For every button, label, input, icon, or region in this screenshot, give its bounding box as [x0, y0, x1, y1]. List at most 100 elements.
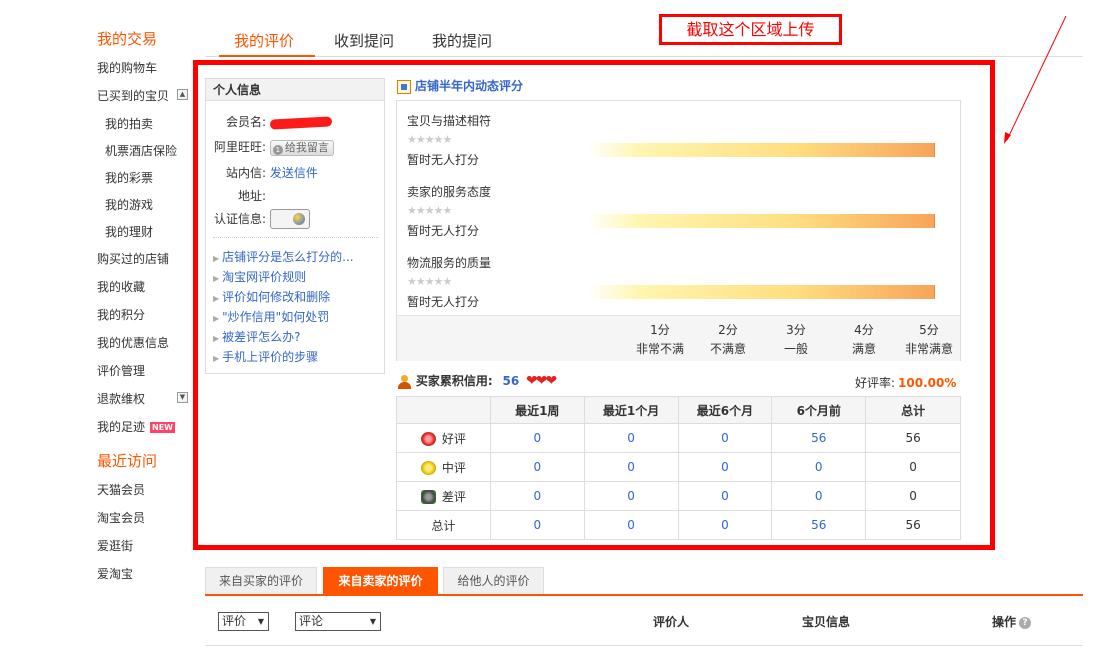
column-action-label: 操作 [992, 615, 1017, 629]
new-badge: NEW [150, 422, 175, 433]
address-row: 地址: [206, 187, 266, 204]
rating-bar [587, 143, 935, 157]
bullet-arrow-icon: ▶ [213, 354, 220, 363]
table-cell[interactable]: 0 [489, 510, 585, 540]
active-tab-indicator [219, 55, 315, 57]
table-cell: 0 [865, 481, 961, 511]
row-label-good: 好评 [396, 423, 491, 453]
bullet-arrow-icon: ▶ [213, 294, 220, 303]
good-flower-icon [420, 432, 436, 446]
good-rate-label: 好评率: [855, 376, 896, 390]
credit-value[interactable]: 56 [502, 374, 519, 388]
scale-point: 1分 非常不满 [625, 321, 695, 359]
row-label-neutral: 中评 [396, 452, 491, 482]
tab-from-buyers[interactable]: 来自买家的评价 [205, 567, 317, 594]
table-header: 总计 [865, 396, 961, 424]
table-cell[interactable]: 0 [583, 481, 679, 511]
column-rater: 评价人 [653, 615, 690, 629]
sidebar-item-travel[interactable]: 机票酒店保险 [105, 142, 177, 159]
rating-scale: 1分 非常不满 2分 不满意 3分 一般 4分 满意 5分 非常满意 [397, 315, 960, 361]
faq-link-rules[interactable]: ▶ 淘宝网评价规则 [213, 268, 306, 285]
table-cell[interactable]: 0 [677, 510, 773, 540]
sidebar-recent-taobao[interactable]: 淘宝会员 [97, 509, 145, 526]
table-cell[interactable]: 0 [583, 510, 679, 540]
sidebar-item-favorites[interactable]: 我的收藏 [97, 278, 145, 295]
sidebar-item-footprint[interactable]: 我的足迹 NEW [97, 418, 175, 435]
table-cell[interactable]: 0 [677, 423, 773, 453]
table-cell[interactable]: 0 [489, 481, 585, 511]
faq-text: 淘宝网评价规则 [222, 270, 307, 284]
table-cell[interactable]: 0 [677, 452, 773, 482]
table-row: 差评 0 0 0 0 0 [396, 481, 961, 511]
table-cell[interactable]: 56 [771, 510, 867, 540]
sidebar-item-lottery[interactable]: 我的彩票 [105, 169, 153, 186]
sidebar-item-reviews[interactable]: 评价管理 [97, 362, 145, 379]
sidebar-item-bought[interactable]: 已买到的宝贝 [97, 87, 169, 104]
expand-icon[interactable]: ▼ [177, 392, 188, 403]
review-type-select[interactable]: 评价 ▼ [218, 612, 269, 631]
bullet-arrow-icon: ▶ [213, 314, 220, 323]
select-value: 评论 [299, 614, 324, 628]
address-label: 地址: [237, 189, 266, 203]
table-cell[interactable]: 0 [583, 423, 679, 453]
table-cell[interactable]: 0 [489, 423, 585, 453]
scale-point: 3分 一般 [761, 321, 831, 359]
sidebar-item-auction[interactable]: 我的拍卖 [105, 115, 153, 132]
faq-link-bad-review[interactable]: ▶ 被差评怎么办? [213, 328, 301, 345]
tab-to-others[interactable]: 给他人的评价 [443, 567, 544, 594]
table-cell[interactable]: 0 [489, 452, 585, 482]
faq-link-scoring[interactable]: ▶ 店铺评分是怎么打分的... [213, 248, 354, 265]
help-icon[interactable]: ? [1019, 616, 1032, 629]
table-cell[interactable]: 56 [771, 423, 867, 453]
collapse-icon[interactable]: ▲ [177, 89, 188, 100]
star-rating-icon: ★★★★★ [407, 133, 452, 146]
sidebar-item-games[interactable]: 我的游戏 [105, 196, 153, 213]
faq-link-penalty[interactable]: ▶ "炒作信用"如何处罚 [213, 308, 329, 325]
sidebar-item-refund[interactable]: 退款维权 [97, 390, 145, 407]
sidebar-recent-aitaobao[interactable]: 爱淘宝 [97, 565, 133, 582]
scale-label: 非常满意 [904, 342, 953, 356]
table-cell[interactable]: 0 [771, 452, 867, 482]
sidebar-section-my-trade[interactable]: 我的交易 [97, 28, 157, 49]
table-cell[interactable]: 0 [583, 452, 679, 482]
tab-from-sellers[interactable]: 来自卖家的评价 [323, 567, 438, 594]
table-header: 6个月前 [771, 396, 867, 424]
wangwang-label: 阿里旺旺: [213, 140, 266, 154]
faq-text: 被差评怎么办? [222, 330, 301, 344]
sidebar-item-finance[interactable]: 我的理财 [105, 223, 153, 240]
comment-type-select[interactable]: 评论 ▼ [295, 612, 381, 631]
cert-label: 认证信息: [213, 211, 266, 226]
sidebar-item-coupons[interactable]: 我的优惠信息 [97, 334, 169, 351]
table-row: 好评 0 0 0 56 56 [396, 423, 961, 453]
faq-link-edit[interactable]: ▶ 评价如何修改和删除 [213, 288, 330, 305]
table-cell: 56 [865, 423, 961, 453]
review-stats-table: 最近1周 最近1个月 最近6个月 6个月前 总计 好评 0 0 0 56 56 … [396, 396, 961, 540]
sidebar-item-shops[interactable]: 购买过的店铺 [97, 250, 169, 267]
tab-my-questions[interactable]: 我的提问 [432, 30, 492, 51]
personal-info-title: 个人信息 [206, 79, 384, 101]
table-cell: 0 [865, 452, 961, 482]
faq-link-mobile[interactable]: ▶ 手机上评价的步骤 [213, 348, 318, 365]
row-label-text: 好评 [441, 431, 466, 446]
send-mail-link[interactable]: 发送信件 [270, 166, 318, 180]
sidebar-item-points[interactable]: 我的积分 [97, 306, 145, 323]
table-header [396, 396, 491, 424]
table-header: 最近6个月 [677, 396, 773, 424]
id-cert-icon[interactable] [269, 209, 310, 229]
message-label: 站内信: [225, 166, 266, 180]
leave-message-button[interactable]: 1 给我留言 [269, 139, 334, 156]
bullet-arrow-icon: ▶ [213, 254, 220, 263]
faq-text: 评价如何修改和删除 [222, 290, 331, 304]
rating-item-name: 宝贝与描述相符 [407, 114, 492, 128]
tab-received-questions[interactable]: 收到提问 [334, 30, 394, 51]
table-cell[interactable]: 0 [771, 481, 867, 511]
rating-item-name: 物流服务的质量 [407, 256, 492, 270]
sidebar-item-cart[interactable]: 我的购物车 [97, 59, 157, 76]
tab-my-reviews[interactable]: 我的评价 [234, 30, 294, 51]
wangwang-row: 阿里旺旺: 1 给我留言 [206, 138, 334, 156]
sidebar-recent-tmall[interactable]: 天猫会员 [97, 481, 145, 498]
sidebar-recent-aiguangjie[interactable]: 爱逛街 [97, 537, 133, 554]
rating-title-text: 店铺半年内动态评分 [415, 79, 524, 93]
good-rate: 好评率: 100.00% [855, 374, 956, 391]
table-cell[interactable]: 0 [677, 481, 773, 511]
